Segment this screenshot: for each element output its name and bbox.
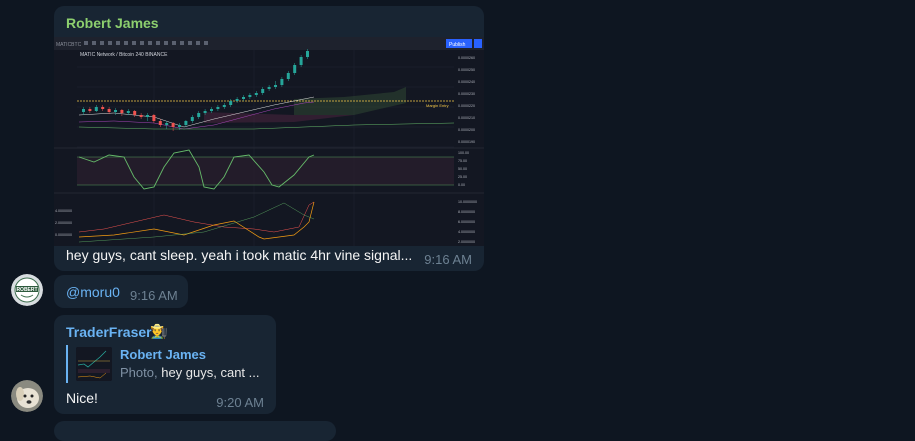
message-bubble-traderfraser[interactable]: TraderFraser 👨‍🌾 Robert James Photo, hey…: [54, 315, 276, 414]
axis-label: 50.00: [458, 167, 467, 171]
axis-label: 0.00: [458, 183, 465, 187]
candle-body: [158, 121, 162, 125]
candle-body: [254, 93, 258, 95]
candle-body: [88, 109, 92, 111]
mention-link[interactable]: @moru0: [66, 284, 120, 300]
sender-name[interactable]: Robert James: [66, 15, 159, 31]
message-bubble-robert-photo[interactable]: Robert James MATICBTC Publish MATIC Netw…: [54, 6, 484, 271]
candle-body: [178, 125, 181, 127]
chart-photo[interactable]: MATICBTC Publish MATIC Network / Bitcoin…: [54, 37, 484, 246]
message-bubble-partial[interactable]: [54, 421, 336, 441]
axis-label: 0.0000230: [458, 92, 475, 96]
candle-body: [165, 123, 169, 125]
axis-label: 0.0000210: [458, 116, 475, 120]
candle-body: [274, 85, 277, 87]
message-time: 9:16 AM: [424, 252, 472, 267]
avatar-robert[interactable]: ROBERT: [11, 274, 43, 306]
candle-body: [203, 111, 207, 113]
avatar-traderfraser[interactable]: [11, 380, 43, 412]
axis-label: 0.0000190: [458, 140, 475, 144]
candle-body: [139, 115, 143, 117]
candle-body: [126, 111, 130, 113]
axis-label: 10.0000000: [458, 200, 477, 204]
candle-body: [82, 109, 85, 112]
rsi-band: [77, 157, 454, 185]
target-label: Margin Entry: [426, 103, 449, 108]
candle-body: [293, 65, 297, 73]
candle-body: [299, 57, 303, 65]
candle-body: [210, 109, 213, 111]
message-text: Nice!: [66, 390, 98, 406]
message-bubble-mention[interactable]: @moru0 9:16 AM: [54, 275, 188, 308]
candle-body: [235, 99, 239, 101]
candle-body: [216, 107, 220, 109]
candle-body: [107, 109, 111, 112]
plus-icon[interactable]: [474, 39, 482, 48]
axis-label: 0.0000220: [458, 104, 475, 108]
candle-body: [306, 51, 309, 57]
candle-body: [133, 111, 137, 115]
message-time: 9:16 AM: [130, 288, 178, 303]
candle-body: [267, 87, 271, 89]
axis-label: 0.0000240: [458, 80, 475, 84]
svg-text:ROBERT: ROBERT: [16, 287, 37, 293]
candle-body: [152, 115, 156, 121]
axis-label: 0.0000260: [458, 56, 475, 60]
message-time: 9:20 AM: [216, 395, 264, 410]
axis-label: 4.0000000: [458, 230, 475, 234]
reply-snippet: Photo, hey guys, cant ...: [120, 365, 260, 380]
axis-label: 0.0000200: [458, 128, 475, 132]
trading-chart: MATICBTC Publish MATIC Network / Bitcoin…: [54, 37, 484, 246]
reply-snippet-text: hey guys, cant ...: [161, 365, 260, 380]
indicator-red: [78, 201, 315, 233]
robert-logo-icon: ROBERT: [11, 274, 43, 306]
candle-body: [286, 73, 290, 79]
candle-body: [184, 121, 188, 125]
dog-avatar-icon: [11, 380, 43, 412]
message-text: hey guys, cant sleep. yeah i took matic …: [66, 247, 413, 263]
axis-label: 6.0000000: [458, 220, 475, 224]
reply-sender: Robert James: [120, 347, 206, 362]
candle-body: [261, 89, 265, 93]
candle-body: [229, 101, 233, 105]
candle-body: [190, 117, 194, 121]
candle-body: [280, 79, 284, 85]
chart-thumbnail-icon: [76, 347, 112, 381]
publish-label: Publish: [449, 42, 466, 48]
reply-thumbnail: [76, 347, 112, 381]
candle-body: [197, 113, 201, 117]
ma-line-3: [78, 122, 455, 130]
candle-body: [242, 97, 245, 99]
axis-label: 75.00: [458, 159, 467, 163]
reply-prefix: Photo,: [120, 365, 158, 380]
candle-body: [171, 123, 175, 127]
candle-body: [101, 107, 105, 109]
candle-body: [248, 95, 252, 97]
axis-label: 8.0000000: [458, 210, 475, 214]
farmer-emoji-icon: 👨‍🌾: [150, 323, 168, 339]
reply-quote[interactable]: Robert James Photo, hey guys, cant ...: [66, 345, 268, 383]
axis-label: 2.0000000: [458, 240, 475, 244]
sender-name[interactable]: TraderFraser: [66, 324, 152, 340]
chart-title: MATIC Network / Bitcoin 240 BINANCE: [80, 52, 168, 58]
candle-body: [222, 105, 226, 107]
axis-label: 2.0000000: [55, 221, 72, 225]
axis-label: 25.00: [458, 175, 467, 179]
candle-body: [114, 110, 117, 112]
axis-label: 0.0000000: [55, 233, 72, 237]
candle-body: [94, 107, 98, 111]
axis-label: 0.0000250: [458, 68, 475, 72]
indicator-orange: [78, 201, 315, 240]
chart-symbol: MATICBTC: [56, 42, 82, 48]
candle-body: [120, 110, 124, 113]
candle-body: [146, 115, 149, 117]
axis-label: 100.00: [458, 151, 469, 155]
axis-label: 4.0000000: [55, 209, 72, 213]
